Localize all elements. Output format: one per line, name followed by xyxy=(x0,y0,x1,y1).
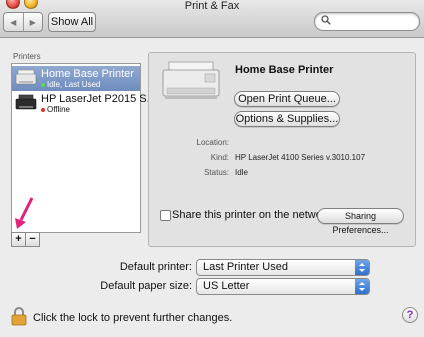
annotation-arrow-icon xyxy=(15,197,34,229)
forward-button[interactable]: ▶ xyxy=(22,13,43,31)
printer-icon xyxy=(15,94,37,110)
open-print-queue-button[interactable]: Open Print Queue... xyxy=(234,91,340,107)
status-label: Status: xyxy=(204,168,229,177)
default-printer-value: Last Printer Used xyxy=(203,261,288,273)
printer-image-icon xyxy=(162,61,220,99)
sharing-preferences-button[interactable]: Sharing Preferences... xyxy=(317,208,404,235)
printer-item-status-text: Idle, Last Used xyxy=(47,80,101,89)
lock-icon[interactable] xyxy=(11,306,27,326)
options-supplies-button[interactable]: Options & Supplies... xyxy=(234,111,340,127)
add-printer-button[interactable]: + xyxy=(11,232,26,247)
status-value: Idle xyxy=(235,168,248,177)
selected-printer-name: Home Base Printer xyxy=(235,64,334,76)
search-input[interactable] xyxy=(314,12,420,31)
default-paper-select[interactable]: US Letter xyxy=(196,278,370,295)
default-printer-select[interactable]: Last Printer Used xyxy=(196,259,370,276)
search-icon xyxy=(321,15,331,25)
default-printer-label: Default printer: xyxy=(119,261,192,273)
share-printer-label[interactable]: Share this printer on the network xyxy=(172,209,331,221)
printer-item-status-text: Offline xyxy=(47,105,70,114)
share-printer-checkbox[interactable] xyxy=(160,210,171,221)
updown-arrows-icon xyxy=(355,279,369,294)
printer-item-name: Home Base Printer xyxy=(41,68,134,80)
printers-list-header: Printers xyxy=(13,52,41,61)
printer-item-home-base[interactable]: Home Base Printer Idle, Last Used xyxy=(12,66,140,91)
printer-item-hp-laserjet[interactable]: HP LaserJet P2015 S... Offline xyxy=(12,91,156,116)
list-edit-buttons: + − xyxy=(11,232,51,247)
show-all-button[interactable]: Show All xyxy=(48,12,96,32)
nav-buttons: ◀ ▶ xyxy=(3,12,43,32)
lock-message: Click the lock to prevent further change… xyxy=(33,312,233,324)
window-title: Print & Fax xyxy=(184,0,240,12)
window-toolbar: Print & Fax ◀ ▶ Show All xyxy=(0,0,424,38)
updown-arrows-icon xyxy=(355,260,369,275)
default-paper-value: US Letter xyxy=(203,280,250,292)
status-dot-icon xyxy=(41,82,45,87)
help-button[interactable]: ? xyxy=(402,307,418,323)
kind-label: Kind: xyxy=(210,153,229,162)
location-label: Location: xyxy=(196,138,229,147)
printer-item-status: Idle, Last Used xyxy=(41,80,100,89)
printer-icon xyxy=(15,69,37,85)
printer-item-status: Offline xyxy=(41,105,70,114)
kind-value: HP LaserJet 4100 Series v.3010.107 xyxy=(235,153,366,162)
chevron-right-icon: ▶ xyxy=(29,17,36,27)
remove-printer-button[interactable]: − xyxy=(26,232,40,247)
default-paper-label: Default paper size: xyxy=(100,280,192,292)
chevron-left-icon: ◀ xyxy=(10,17,17,27)
printer-detail-panel: Home Base Printer Open Print Queue... Op… xyxy=(148,52,416,247)
printer-item-name: HP LaserJet P2015 S... xyxy=(41,93,156,105)
back-button[interactable]: ◀ xyxy=(4,13,23,31)
status-dot-icon xyxy=(41,107,45,112)
